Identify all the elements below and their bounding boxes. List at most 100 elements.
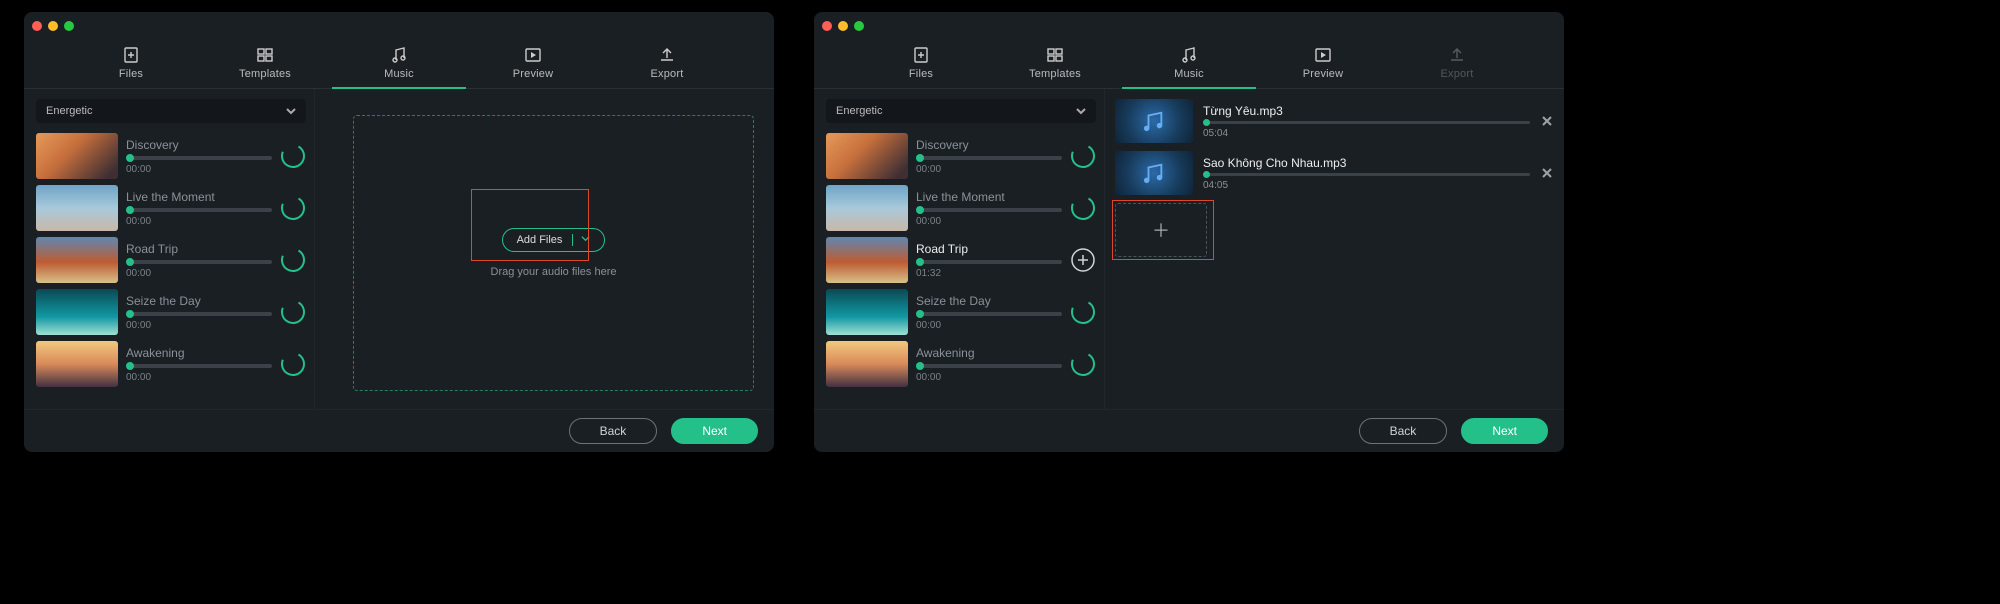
track-thumb	[826, 133, 908, 179]
library-track[interactable]: Seize the Day 00:00	[826, 289, 1096, 335]
play-button[interactable]	[1070, 195, 1096, 221]
track-title: Awakening	[916, 346, 1062, 360]
chevron-down-icon	[286, 106, 296, 116]
track-progress[interactable]	[916, 208, 1062, 212]
back-button[interactable]: Back	[569, 418, 658, 444]
traffic-light-maximize[interactable]	[854, 21, 864, 31]
library-track[interactable]: Awakening 00:00	[826, 341, 1096, 387]
templates-icon	[256, 46, 274, 64]
file-progress[interactable]	[1203, 173, 1530, 176]
templates-icon	[1046, 46, 1064, 64]
category-select[interactable]: Energetic	[36, 99, 306, 123]
track-thumb	[36, 289, 118, 335]
track-thumb	[36, 237, 118, 283]
track-title: Road Trip	[126, 242, 272, 256]
added-file-row[interactable]: Sao Không Cho Nhau.mp3 04:05	[1115, 151, 1554, 195]
music-icon	[390, 46, 408, 64]
library-track[interactable]: Live the Moment 00:00	[36, 185, 306, 231]
library-track[interactable]: Discovery 00:00	[36, 133, 306, 179]
tab-templates[interactable]: Templates	[988, 40, 1122, 88]
remove-file-button[interactable]	[1540, 166, 1554, 180]
track-thumb	[36, 133, 118, 179]
category-value: Energetic	[46, 105, 92, 117]
tab-preview[interactable]: Preview	[1256, 40, 1390, 88]
traffic-light-minimize[interactable]	[838, 21, 848, 31]
plus-icon: ＋	[1152, 217, 1170, 243]
music-library-panel: Energetic Discovery 00:00 Live the Momen…	[24, 89, 314, 409]
tab-label: Preview	[513, 68, 554, 80]
library-track[interactable]: Road Trip 00:00	[36, 237, 306, 283]
tab-export[interactable]: Export	[600, 40, 734, 88]
track-title: Seize the Day	[126, 294, 272, 308]
tab-music[interactable]: Music	[332, 40, 466, 88]
track-progress[interactable]	[916, 312, 1062, 316]
track-time: 00:00	[916, 216, 1062, 227]
tab-files[interactable]: Files	[64, 40, 198, 88]
file-name: Từng Yêu.mp3	[1203, 104, 1530, 118]
next-button[interactable]: Next	[1461, 418, 1548, 444]
titlebar	[814, 12, 1564, 40]
track-progress[interactable]	[126, 156, 272, 160]
back-button[interactable]: Back	[1359, 418, 1448, 444]
tab-label: Templates	[1029, 68, 1081, 80]
next-button[interactable]: Next	[671, 418, 758, 444]
add-file-slot[interactable]: ＋	[1115, 203, 1207, 257]
play-button[interactable]	[280, 299, 306, 325]
remove-file-button[interactable]	[1540, 114, 1554, 128]
play-button[interactable]	[1070, 299, 1096, 325]
add-files-label: Add Files	[517, 234, 563, 246]
tab-label: Templates	[239, 68, 291, 80]
traffic-light-maximize[interactable]	[64, 21, 74, 31]
library-track[interactable]: Road Trip 01:32	[826, 237, 1096, 283]
play-button[interactable]	[1070, 143, 1096, 169]
track-progress[interactable]	[126, 364, 272, 368]
footer: Back Next	[24, 409, 774, 452]
chevron-down-icon	[572, 234, 590, 246]
track-progress[interactable]	[126, 260, 272, 264]
file-duration: 05:04	[1203, 128, 1530, 139]
track-progress[interactable]	[916, 364, 1062, 368]
track-thumb	[826, 237, 908, 283]
preview-icon	[524, 46, 542, 64]
traffic-light-close[interactable]	[822, 21, 832, 31]
play-button[interactable]	[280, 195, 306, 221]
track-time: 00:00	[916, 164, 1062, 175]
track-progress[interactable]	[126, 208, 272, 212]
library-track[interactable]: Awakening 00:00	[36, 341, 306, 387]
play-button[interactable]	[280, 143, 306, 169]
tab-preview[interactable]: Preview	[466, 40, 600, 88]
library-track[interactable]: Discovery 00:00	[826, 133, 1096, 179]
added-file-row[interactable]: Từng Yêu.mp3 05:04	[1115, 99, 1554, 143]
chevron-down-icon	[1076, 106, 1086, 116]
add-track-button[interactable]	[1070, 247, 1096, 273]
play-button[interactable]	[1070, 351, 1096, 377]
library-track[interactable]: Live the Moment 00:00	[826, 185, 1096, 231]
traffic-light-minimize[interactable]	[48, 21, 58, 31]
add-files-button[interactable]: Add Files	[502, 228, 606, 252]
main-tabs: Files Templates Music Preview Export	[814, 40, 1564, 89]
file-duration: 04:05	[1203, 180, 1530, 191]
footer: Back Next	[814, 409, 1564, 452]
track-title: Discovery	[916, 138, 1062, 152]
play-button[interactable]	[280, 247, 306, 273]
play-button[interactable]	[280, 351, 306, 377]
drop-hint: Drag your audio files here	[491, 266, 617, 278]
music-library-panel: Energetic Discovery 00:00 Live the Momen…	[814, 89, 1104, 409]
track-progress[interactable]	[916, 260, 1062, 264]
track-progress[interactable]	[126, 312, 272, 316]
file-plus-icon	[122, 46, 140, 64]
tab-files[interactable]: Files	[854, 40, 988, 88]
tab-music[interactable]: Music	[1122, 40, 1256, 88]
tab-export[interactable]: Export	[1390, 40, 1524, 88]
audio-dropzone[interactable]: Add Files Drag your audio files here	[353, 115, 754, 391]
library-track[interactable]: Seize the Day 00:00	[36, 289, 306, 335]
track-time: 00:00	[126, 320, 272, 331]
music-icon	[1180, 46, 1198, 64]
file-progress[interactable]	[1203, 121, 1530, 124]
track-progress[interactable]	[916, 156, 1062, 160]
traffic-light-close[interactable]	[32, 21, 42, 31]
track-title: Discovery	[126, 138, 272, 152]
category-select[interactable]: Energetic	[826, 99, 1096, 123]
file-name: Sao Không Cho Nhau.mp3	[1203, 156, 1530, 170]
tab-templates[interactable]: Templates	[198, 40, 332, 88]
